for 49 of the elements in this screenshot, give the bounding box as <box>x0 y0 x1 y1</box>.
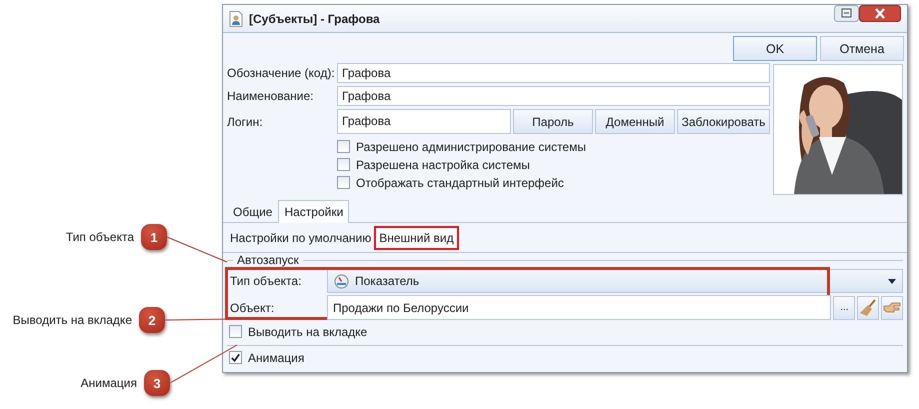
restore-button[interactable] <box>834 5 859 22</box>
text-field[interactable]: Графова <box>337 63 770 83</box>
callout-badge: 2 <box>139 307 165 333</box>
group-legend: Автозапуск <box>237 253 299 267</box>
login-action-button[interactable]: Пароль <box>513 109 593 134</box>
pointing-hand-icon <box>883 302 902 314</box>
clear-button[interactable] <box>857 296 880 320</box>
callout-label: Тип объекта <box>66 230 134 244</box>
checkbox[interactable] <box>337 176 350 189</box>
pointer-button[interactable] <box>881 296 904 320</box>
field-label: Обозначение (код): <box>227 66 336 80</box>
browse-button[interactable]: ... <box>833 296 856 320</box>
checkbox-label: Разрешена настройка системы <box>356 158 530 172</box>
checkbox[interactable] <box>229 351 242 364</box>
tab[interactable]: Настройки <box>278 200 350 223</box>
callout-label: Анимация <box>80 376 137 390</box>
window-title: [Субъекты] - Графова <box>249 12 381 26</box>
field-label: Логин: <box>227 114 264 128</box>
object-type-dropdown[interactable]: Показатель <box>327 269 903 293</box>
gauge-icon <box>334 274 349 288</box>
dropdown-arrow-icon <box>888 278 896 284</box>
ok-button[interactable]: OK <box>733 36 817 61</box>
field-label: Объект: <box>229 300 276 314</box>
tab[interactable]: Общие <box>227 200 278 222</box>
callout-badge: 1 <box>141 224 167 250</box>
cancel-button[interactable]: Отмена <box>820 36 904 61</box>
leader-line <box>170 344 238 384</box>
field-label: Наименование: <box>227 89 315 103</box>
checkbox[interactable] <box>337 158 350 171</box>
checkbox-label: Выводить на вкладке <box>248 324 368 338</box>
text-field[interactable]: Графова <box>337 86 770 106</box>
callout-badge: 3 <box>144 370 170 396</box>
tab[interactable]: Внешний вид <box>376 228 457 248</box>
checkbox-label: Отображать стандартный интерфейс <box>356 176 564 190</box>
login-action-button[interactable]: Заблокировать <box>677 109 770 134</box>
checkbox[interactable] <box>229 325 242 338</box>
field-label: Тип объекта: <box>229 274 302 288</box>
tab[interactable]: Настройки по умолчанию <box>227 228 374 248</box>
login-action-button[interactable]: Доменный <box>595 109 675 134</box>
checkbox-label: Разрешено администрирование системы <box>356 140 586 154</box>
close-button[interactable] <box>859 5 901 22</box>
user-document-icon <box>229 10 243 26</box>
callout-label: Выводить на вкладке <box>12 313 132 327</box>
leader-line <box>166 236 228 262</box>
checkbox[interactable] <box>337 140 350 153</box>
text-field[interactable]: Графова <box>337 109 511 134</box>
broom-icon <box>859 298 878 316</box>
object-field[interactable]: Продажи по Белоруссии <box>327 295 832 320</box>
checkbox-label: Анимация <box>248 350 304 364</box>
